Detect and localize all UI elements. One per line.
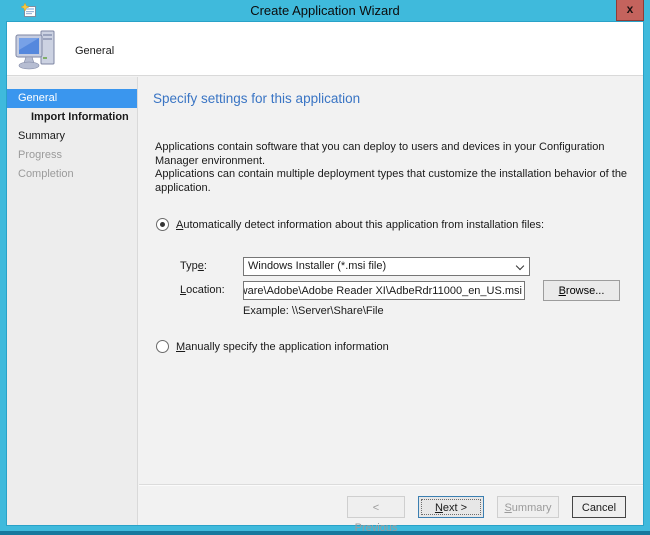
title-bar[interactable]: Create Application Wizard x: [0, 0, 650, 22]
radio-button-icon[interactable]: [156, 218, 169, 231]
previous-button: < Previous: [347, 496, 405, 534]
cancel-button[interactable]: Cancel: [572, 496, 626, 518]
main-panel: Specify settings for this application Ap…: [139, 77, 643, 534]
radio-manual-specify-label: Manually specify the application informa…: [176, 340, 389, 353]
banner-step-title: General: [75, 45, 115, 57]
location-input-value: ources$\Software\Adobe\Adobe Reader XI\A…: [244, 284, 522, 297]
close-icon[interactable]: x: [616, 0, 644, 21]
location-input[interactable]: ources$\Software\Adobe\Adobe Reader XI\A…: [243, 281, 525, 300]
sidebar-item-general[interactable]: General: [7, 89, 137, 108]
dialog-body: General Import Information Summary Progr…: [7, 77, 643, 534]
sidebar-item-completion: Completion: [18, 168, 74, 180]
chevron-down-icon: [515, 261, 525, 271]
example-hint-text: Example: \\Server\Share\File: [243, 305, 384, 317]
radio-button-icon[interactable]: [156, 340, 169, 353]
banner: General: [7, 22, 643, 76]
type-dropdown[interactable]: Windows Installer (*.msi file): [243, 257, 530, 276]
browse-button[interactable]: Browse...: [543, 280, 620, 301]
window-bottom-edge: [0, 531, 650, 535]
footer-buttons: < Previous Next > Summary Cancel: [347, 496, 626, 534]
radio-auto-detect-label: Automatically detect information about t…: [176, 218, 545, 231]
description-line-2: Applications can contain multiple deploy…: [155, 168, 628, 194]
wizard-steps-sidebar: General Import Information Summary Progr…: [7, 77, 138, 525]
description-line-1: Applications contain software that you c…: [155, 141, 605, 167]
create-application-wizard-window: Create Application Wizard x General Gene: [0, 0, 650, 535]
sidebar-item-progress: Progress: [18, 149, 63, 161]
computer-icon: [15, 30, 55, 70]
footer-separator: [139, 484, 643, 486]
location-label: Location:: [180, 284, 225, 296]
sidebar-item-summary[interactable]: Summary: [7, 127, 137, 146]
window-title: Create Application Wizard: [250, 3, 400, 18]
summary-button: Summary: [497, 496, 559, 518]
type-dropdown-value: Windows Installer (*.msi file): [248, 260, 387, 272]
dialog-frame: General General Import Information Summa…: [7, 22, 643, 534]
type-label: Type:: [180, 260, 207, 272]
radio-manual-specify[interactable]: Manually specify the application informa…: [156, 340, 389, 353]
sidebar-item-import-information[interactable]: Import Information: [7, 108, 137, 127]
radio-auto-detect[interactable]: Automatically detect information about t…: [156, 218, 544, 231]
description-text: Applications contain software that you c…: [155, 141, 637, 195]
next-button[interactable]: Next >: [418, 496, 484, 518]
page-title: Specify settings for this application: [153, 91, 361, 106]
